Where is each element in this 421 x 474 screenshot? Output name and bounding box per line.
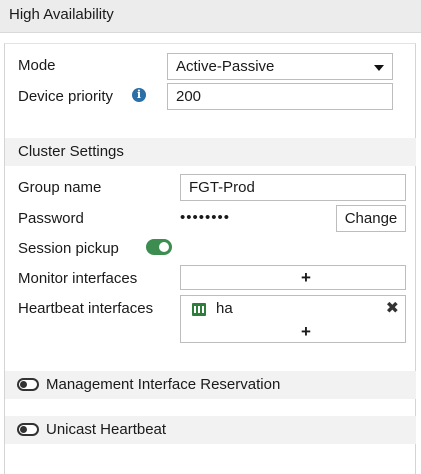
management-interface-reservation-label: Management Interface Reservation <box>46 376 281 393</box>
remove-interface-icon[interactable]: ✖ <box>386 298 399 318</box>
heartbeat-interfaces-label: Heartbeat interfaces <box>18 300 154 317</box>
change-password-button[interactable]: Change <box>336 205 406 232</box>
unicast-heartbeat-label: Unicast Heartbeat <box>46 421 167 438</box>
cluster-settings-title: Cluster Settings <box>18 143 124 160</box>
chevron-down-icon <box>374 65 384 71</box>
monitor-interfaces-field[interactable]: + <box>180 265 406 290</box>
section-title: High Availability <box>9 6 114 23</box>
add-heartbeat-interface-icon[interactable]: + <box>301 323 311 340</box>
port-icon <box>192 303 206 316</box>
password-label: Password <box>18 210 84 227</box>
add-monitor-interface-icon[interactable]: + <box>301 269 311 286</box>
monitor-interfaces-label: Monitor interfaces <box>18 270 138 287</box>
heartbeat-interfaces-field[interactable]: ha ✖ + <box>180 295 406 343</box>
mode-value: Active-Passive <box>176 58 275 75</box>
device-priority-value: 200 <box>176 88 202 105</box>
unicast-heartbeat-row: Unicast Heartbeat <box>5 416 416 444</box>
device-priority-input[interactable]: 200 <box>167 83 393 110</box>
section-header: High Availability <box>0 0 421 33</box>
session-pickup-label: Session pickup <box>18 240 119 257</box>
heartbeat-interface-name: ha <box>216 300 233 317</box>
session-pickup-toggle[interactable] <box>146 239 172 255</box>
management-interface-reservation-row: Management Interface Reservation <box>5 371 416 399</box>
unicast-heartbeat-toggle[interactable] <box>17 423 39 436</box>
info-icon[interactable]: i <box>132 88 146 102</box>
group-name-label: Group name <box>18 179 102 196</box>
mode-label: Mode <box>18 57 56 74</box>
group-name-input[interactable]: FGT-Prod <box>180 174 406 201</box>
group-name-value: FGT-Prod <box>189 179 255 196</box>
cluster-settings-header: Cluster Settings <box>5 138 416 166</box>
ha-settings-panel: High Availability Mode Active-Passive De… <box>0 0 421 474</box>
device-priority-label: Device priority <box>18 88 114 105</box>
management-interface-reservation-toggle[interactable] <box>17 378 39 391</box>
mode-select[interactable]: Active-Passive <box>167 53 393 80</box>
password-masked-value: •••••••• <box>180 209 231 226</box>
